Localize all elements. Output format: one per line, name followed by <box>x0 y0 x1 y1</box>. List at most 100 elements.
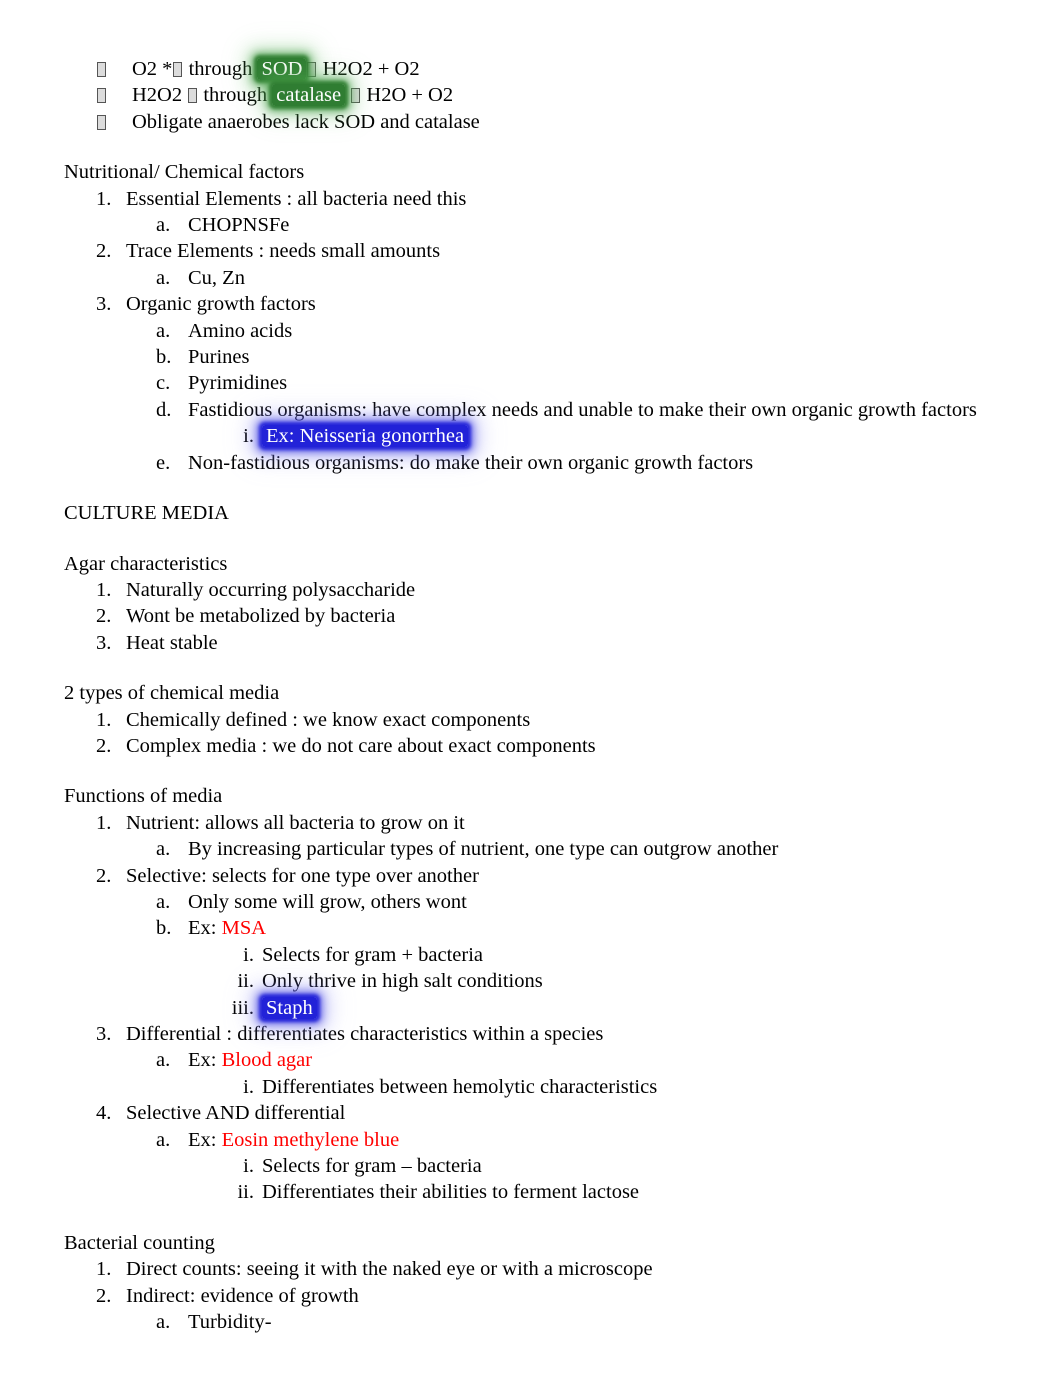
list-text: Wont be metabolized by bacteria <box>126 605 396 628</box>
highlight-neisseria: Ex: Neisseria gonorrhea <box>262 425 469 448</box>
list-item: a. Turbidity- <box>156 1309 998 1335</box>
arrow-box-icon <box>188 88 198 104</box>
list-item: 4. Selective AND differential <box>96 1100 998 1126</box>
list-marker: a. <box>156 838 171 861</box>
list-item: 3. Heat stable <box>96 630 998 656</box>
oxygen-line-1-pre: O2 * <box>132 58 173 80</box>
section-heading-nutritional: Nutritional/ Chemical factors <box>64 161 305 184</box>
list-marker: iii. <box>231 996 254 1019</box>
list-marker: ii. <box>237 1181 254 1204</box>
list-marker: 1. <box>96 708 112 731</box>
list-text: Selects for gram – bacteria <box>262 1155 482 1178</box>
list-text: Trace Elements : needs small amounts <box>126 240 441 263</box>
bullet-box-icon <box>96 82 132 108</box>
list-marker: 3. <box>96 631 112 654</box>
highlight-sod: SOD <box>257 58 307 80</box>
list-text: Cu, Zn <box>188 266 245 289</box>
list-text: Essential Elements : all bacteria need t… <box>126 187 467 210</box>
list-text: CHOPNSFe <box>188 214 290 237</box>
list-marker: 2. <box>96 605 112 628</box>
list-marker: a. <box>156 319 171 342</box>
list-text: Selects for gram + bacteria <box>262 943 484 966</box>
list-text: By increasing particular types of nutrie… <box>188 838 779 861</box>
list-item: a. By increasing particular types of nut… <box>156 836 998 862</box>
list-marker: d. <box>156 398 172 421</box>
list-marker: 3. <box>96 293 112 316</box>
list-marker: a. <box>156 266 171 289</box>
list-text: Nutrient: allows all bacteria to grow on… <box>126 811 465 834</box>
list-item: a. Ex: Blood agar <box>156 1047 998 1073</box>
list-item: Obligate anaerobes lack SOD and catalase <box>96 109 998 135</box>
list-marker: 2. <box>96 734 112 757</box>
list-item: 2. Trace Elements : needs small amounts <box>96 238 998 264</box>
bullet-box-icon <box>96 109 132 135</box>
list-text-prefix: Ex: <box>188 1049 222 1072</box>
list-marker: 4. <box>96 1102 112 1125</box>
list-item: 1. Chemically defined : we know exact co… <box>96 707 998 733</box>
list-item: i. Differentiates between hemolytic char… <box>224 1074 998 1100</box>
list-text: Naturally occurring polysaccharide <box>126 578 416 601</box>
list-text: Only some will grow, others wont <box>188 890 467 913</box>
section-heading-bacterial-counting: Bacterial counting <box>64 1231 215 1254</box>
section-heading-agar: Agar characteristics <box>64 552 228 575</box>
list-item: 3. Organic growth factors <box>96 291 998 317</box>
list-marker: 1. <box>96 187 112 210</box>
list-item: 1. Direct counts: seeing it with the nak… <box>96 1256 998 1282</box>
list-item: a. Amino acids <box>156 318 998 344</box>
list-marker: a. <box>156 1049 171 1072</box>
list-item: 2. Indirect: evidence of growth <box>96 1283 998 1309</box>
list-text: Direct counts: seeing it with the naked … <box>126 1258 653 1281</box>
highlight-catalase: catalase <box>272 84 346 107</box>
example-msa: MSA <box>221 917 267 940</box>
arrow-box-icon <box>307 62 317 77</box>
list-text: Only thrive in high salt conditions <box>262 970 543 993</box>
oxygen-line-1-post: H2O2 + O2 <box>317 58 420 80</box>
oxygen-line-2: H2O2 through catalase H2O + O2 <box>132 82 998 108</box>
bullet-box-icon <box>96 56 132 82</box>
list-marker: i. <box>243 943 254 966</box>
oxygen-line-1: O2 * through SOD H2O2 + O2 <box>132 56 998 82</box>
list-marker: i. <box>243 1075 254 1098</box>
list-item: e. Non-fastidious organisms: do make the… <box>156 450 998 476</box>
list-marker: a. <box>156 1311 171 1334</box>
list-item: a. CHOPNSFe <box>156 212 998 238</box>
list-item: i. Selects for gram + bacteria <box>224 942 998 968</box>
oxygen-line-2-pre: H2O2 <box>132 84 188 107</box>
list-marker: i. <box>243 425 254 448</box>
list-marker: a. <box>156 214 171 237</box>
oxygen-line-1-mid: through <box>183 58 258 80</box>
list-text: Turbidity- <box>188 1311 272 1334</box>
list-item: ii. Only thrive in high salt conditions <box>224 968 998 994</box>
list-text: Selective: selects for one type over ano… <box>126 864 479 887</box>
list-text: Indirect: evidence of growth <box>126 1284 359 1307</box>
list-item: a. Ex: Eosin methylene blue <box>156 1127 998 1153</box>
list-item: b. Purines <box>156 344 998 370</box>
list-text: Complex media : we do not care about exa… <box>126 734 596 757</box>
list-item: H2O2 through catalase H2O + O2 <box>96 82 998 108</box>
section-heading-functions-of-media: Functions of media <box>64 785 223 808</box>
document-page: O2 * through SOD H2O2 + O2 H2O2 through … <box>0 0 1062 1376</box>
list-text: Differentiates between hemolytic charact… <box>262 1075 658 1098</box>
section-heading-chemical-media: 2 types of chemical media <box>64 682 280 705</box>
list-item: 1. Nutrient: allows all bacteria to grow… <box>96 810 998 836</box>
list-marker: 1. <box>96 578 112 601</box>
list-item: 3. Differential : differentiates charact… <box>96 1021 998 1047</box>
list-marker: b. <box>156 346 172 369</box>
list-text: Purines <box>188 346 250 369</box>
example-blood-agar: Blood agar <box>221 1049 313 1072</box>
list-item: i. Ex: Neisseria gonorrhea <box>224 423 998 449</box>
oxygen-line-2-mid: through <box>198 84 273 107</box>
oxygen-line-2-post: H2O + O2 <box>361 84 454 107</box>
list-item: iii. Staph <box>224 995 998 1021</box>
highlight-staph: Staph <box>262 996 317 1019</box>
list-text-prefix: Ex: <box>188 917 222 940</box>
list-item: 1. Essential Elements : all bacteria nee… <box>96 186 998 212</box>
list-item: b. Ex: MSA <box>156 915 998 941</box>
list-marker: e. <box>156 451 171 474</box>
list-item: i. Selects for gram – bacteria <box>224 1153 998 1179</box>
